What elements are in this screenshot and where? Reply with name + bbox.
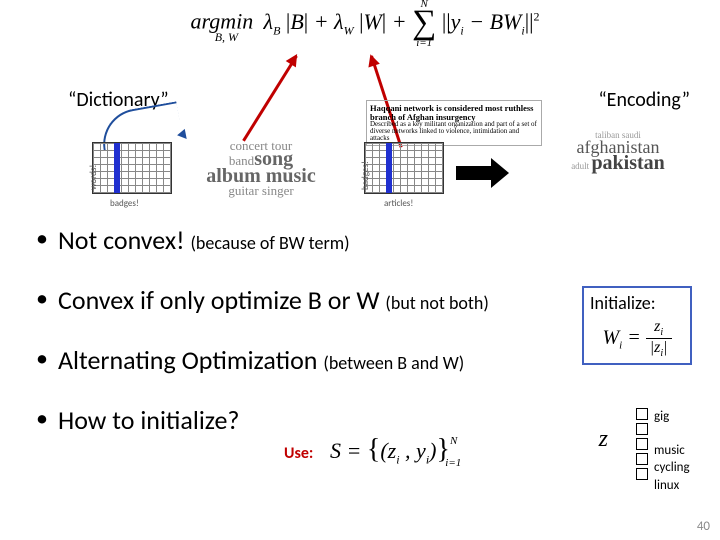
z-vector-boxes: [636, 408, 648, 483]
use-label: Use:: [284, 444, 313, 463]
matrix-B-grid: [92, 142, 172, 194]
wordcloud-music: concert tour bandsong album music guitar…: [196, 140, 326, 196]
axis-B-vertical: words!: [88, 165, 99, 190]
page-number: 40: [697, 519, 710, 534]
initialize-box: Initialize: Wi = zi |zi|: [582, 286, 692, 365]
use-formula: S = {(zi , yi)}Ni=1: [330, 434, 473, 467]
encoding-label: “Encoding”: [598, 88, 690, 112]
initialize-formula: Wi = zi |zi|: [590, 318, 684, 359]
initialize-title: Initialize:: [590, 292, 684, 314]
objective-formula: argmin B, W λB |B| + λW |W| + N ∑ i=1 ||…: [165, 8, 565, 39]
bullet-not-convex: Not convex! (because of BW term): [36, 224, 696, 256]
z-vector-labels: gig music cycling linux: [654, 408, 706, 494]
arrow-to-B: [242, 55, 298, 141]
axis-B-horizontal: badges!: [110, 198, 139, 209]
news-snippet: Haqqani network is considered most ruthl…: [366, 100, 542, 146]
bullet-how-initialize: How to initialize?: [36, 404, 696, 436]
z-variable: z: [599, 426, 608, 453]
axis-W-horizontal: articles!: [384, 198, 413, 209]
matrix-W-grid: [364, 142, 444, 194]
wordcloud-afghanistan: taliban saudi afghanistan adult pakistan: [538, 132, 698, 172]
axis-W-vertical: badges!: [360, 161, 371, 190]
